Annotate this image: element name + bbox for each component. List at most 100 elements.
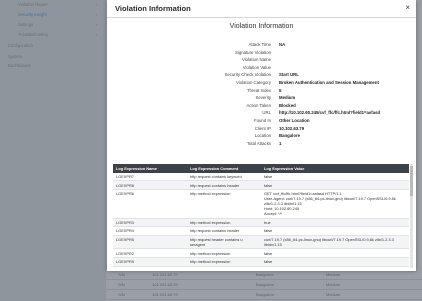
table-row[interactable]: LGEXPR9 http method expression false <box>113 257 409 267</box>
background-cell: Medium <box>326 272 341 277</box>
table-row[interactable]: LGEXPR8 http request contains header false <box>113 180 409 190</box>
background-cell: 101.201.63.79 <box>152 282 178 287</box>
background-table: S/N 101.201.63.79 Bangalore Medium S/N 101.20… <box>106 270 422 300</box>
log-expression-name-cell: LGEXPR9 <box>113 257 187 267</box>
background-cell: Bangalore <box>256 282 275 287</box>
table-row[interactable]: LGEXPR4 http request contains header false <box>113 226 409 236</box>
background-cell: 101.201.63.79 <box>152 292 178 297</box>
background-cell: Bangalore <box>256 272 275 277</box>
background-cell: Medium <box>326 292 341 297</box>
log-expression-value-cell: false <box>261 180 409 190</box>
detail-label: Attack Time <box>248 42 271 47</box>
chevron-right-icon: › <box>96 22 98 27</box>
close-icon[interactable]: × <box>405 3 410 12</box>
detail-label: Threat Index <box>246 87 271 93</box>
table-row[interactable]: LGEXPR5 http request header contains u se… <box>113 235 409 250</box>
log-expression-value-cell: false <box>261 257 409 267</box>
table-scrollbar[interactable] <box>410 164 413 268</box>
detail-row: Signature Violation <box>107 50 416 58</box>
detail-label: Total Attacks <box>246 140 271 146</box>
log-expression-comment-cell: http method expression <box>187 218 261 228</box>
log-expression-comment-cell: http request contains header <box>187 226 261 236</box>
detail-row: Threat Index 5 <box>107 88 416 96</box>
detail-row: Severity Medium <box>107 95 416 103</box>
table-row[interactable]: LGEXPR3 http method expression true <box>113 218 409 228</box>
detail-value: 1 <box>279 140 282 146</box>
table-row[interactable]: LGEXPR7 http request contains keyword fals… <box>113 172 409 182</box>
background-table-row: S/N 101.201.63.79 Bangalore Medium <box>106 270 422 280</box>
log-expression-name-cell: LGEXPR6 <box>113 189 187 219</box>
background-cell: 101.201.63.79 <box>152 272 178 277</box>
inner-title: Violation Information <box>229 23 294 30</box>
log-expression-name-cell: LGEXPR7 <box>113 172 187 182</box>
modal-header: Violation Information × <box>107 0 416 18</box>
log-expression-comment-cell: http request contains keyword <box>187 172 261 182</box>
log-expression-name-cell: LGEXPR4 <box>113 226 187 236</box>
background-table-row: S/N 101.201.63.79 Bangalore Medium <box>106 290 422 300</box>
violation-modal: Violation Information × Violation Inform… <box>107 0 416 271</box>
detail-label: Violation Name <box>241 57 271 63</box>
background-cell: Medium <box>326 282 341 287</box>
chevron-right-icon: › <box>96 32 98 37</box>
background-sidebar-item[interactable]: Security Insight <box>18 12 47 17</box>
log-expression-comment-cell: http method expression <box>187 257 261 267</box>
log-expression-value-cell: false <box>261 172 409 182</box>
detail-row: Action Taken Blocked <box>107 103 416 111</box>
header-log-expression-value[interactable]: Log Expression Value <box>261 164 409 173</box>
detail-row: Location Bangalore <box>107 133 416 141</box>
detail-row: Client IP 10.102.63.79 <box>107 126 416 134</box>
log-expression-name-cell: LGEXPR8 <box>113 180 187 190</box>
chevron-right-icon: › <box>96 12 98 17</box>
header-log-expression-comment[interactable]: Log Expression Comment <box>187 164 261 173</box>
background-cell: S/N <box>118 292 125 297</box>
background-sidebar-item[interactable]: System <box>8 54 22 59</box>
detail-label: Location <box>254 133 271 139</box>
table-row[interactable]: LGEXPR6 http method expression GET /cvf_ff… <box>113 189 409 219</box>
header-log-expression-name[interactable]: Log Expression Name <box>113 164 187 173</box>
log-expression-name-cell: LGEXPR3 <box>113 218 187 228</box>
log-expression-name-cell: LGEXPR5 <box>113 235 187 250</box>
log-expression-value-cell: curl/7.19.7 (x86_64-pc-linux-gnu) libcur… <box>261 235 409 250</box>
detail-row: Security Check Violation Start URL <box>107 72 416 80</box>
chevron-right-icon: › <box>96 2 98 7</box>
detail-value: Start URL <box>279 72 299 78</box>
detail-label: Violation Value <box>242 64 271 70</box>
table-row[interactable]: LGEXPR2 http method expression false <box>113 248 409 258</box>
detail-row: Found In Other Location <box>107 118 416 126</box>
detail-value: Blocked <box>279 102 296 108</box>
background-sidebar-item[interactable]: Dashboards <box>8 63 31 68</box>
background-cell: S/N <box>118 282 125 287</box>
log-expression-value-cell: GET /cvf_ffc/ffc.html?field1=asfasd HTTP… <box>261 189 409 219</box>
detail-label: URL <box>262 110 271 116</box>
log-expression-comment-cell: http request contains header <box>187 180 261 190</box>
detail-row: Violation Value <box>107 65 416 73</box>
background-cell: Bangalore <box>256 292 275 297</box>
violation-details: Attack Time NA Signature Violation Violatio… <box>107 42 416 148</box>
detail-label: Severity <box>255 95 271 101</box>
detail-value: 10.102.63.79 <box>279 125 305 131</box>
detail-value: Bangalore <box>279 133 301 139</box>
detail-value: Broken Authentication and Session Manage… <box>279 79 379 85</box>
detail-row: URL http://10.102.60.245/cvf_ffc/ffc.html… <box>107 110 416 118</box>
detail-label: Action Taken <box>246 102 271 108</box>
background-sidebar-item[interactable]: Settings <box>18 22 33 27</box>
log-expression-comment-cell: http method expression <box>187 248 261 258</box>
detail-row: Violation Category Broken Authentication … <box>107 80 416 88</box>
detail-value: Medium <box>279 95 296 101</box>
detail-label: Security Check Violation <box>224 72 272 78</box>
background-cell: S/N <box>118 272 125 277</box>
log-table-header: Log Expression Name Log Expression Comme… <box>113 164 409 173</box>
scrollbar-thumb[interactable] <box>410 166 413 196</box>
detail-label: Signature Violation <box>235 49 271 55</box>
background-sidebar-item[interactable]: Violation Report <box>18 2 48 7</box>
background-table-row: S/N 101.201.63.79 Bangalore Medium <box>106 280 422 290</box>
detail-label: Violation Category <box>235 79 271 85</box>
log-expression-value-cell: false <box>261 226 409 236</box>
background-sidebar: Violation Report › Security Insight › Settin… <box>0 0 106 301</box>
detail-value: 5 <box>279 87 282 93</box>
background-sidebar-item[interactable]: Troubleshooting <box>18 32 48 37</box>
background-sidebar-item[interactable]: Configuration <box>8 43 33 48</box>
log-expression-comment-cell: http request header contains u seragent <box>187 235 261 250</box>
detail-row: Attack Time NA <box>107 42 416 50</box>
detail-value: Other Location <box>279 117 310 123</box>
